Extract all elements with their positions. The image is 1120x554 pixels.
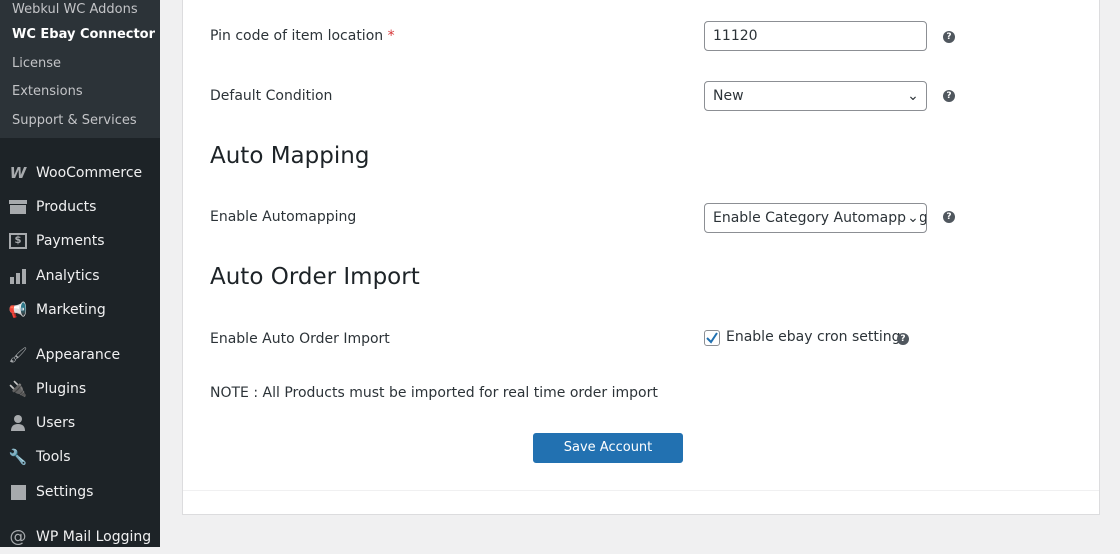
menu-tools[interactable]: 🔧 Tools: [0, 440, 160, 474]
menu-appearance[interactable]: 🖌 Appearance: [0, 338, 160, 372]
submenu: Webkul WC Addons WC Ebay Connector Licen…: [0, 0, 160, 138]
paintbrush-icon: 🖌: [8, 346, 28, 364]
user-icon: [0, 415, 36, 431]
menu-payments[interactable]: $ Payments: [0, 224, 160, 258]
menu-marketing[interactable]: 📢 Marketing: [0, 293, 160, 327]
products-icon: [0, 200, 36, 214]
chevron-down-icon: ⌄: [906, 82, 920, 110]
pin-code-label: Pin code of item location *: [210, 28, 395, 44]
help-icon[interactable]: ?: [943, 211, 955, 223]
analytics-icon: [0, 268, 36, 284]
automapping-select[interactable]: Enable Category Automapping ⌄: [704, 203, 927, 233]
enable-auto-order-import-label: Enable Auto Order Import: [210, 331, 390, 347]
settings-card: Pin code of item location * 11120 ? Defa…: [182, 0, 1100, 515]
save-account-button[interactable]: Save Account: [533, 433, 683, 463]
help-icon[interactable]: ?: [943, 31, 955, 43]
ebay-cron-label[interactable]: Enable ebay cron setting: [726, 329, 901, 345]
menu-analytics[interactable]: Analytics: [0, 259, 160, 293]
default-condition-label: Default Condition: [210, 88, 333, 104]
menu-users[interactable]: Users: [0, 406, 160, 440]
chevron-down-icon: ⌄: [906, 204, 920, 232]
pin-code-input[interactable]: 11120: [704, 21, 927, 51]
menu-products[interactable]: Products: [0, 190, 160, 224]
help-icon[interactable]: ?: [943, 90, 955, 102]
settings-icon: [0, 484, 36, 500]
menu-settings[interactable]: Settings: [0, 475, 160, 509]
menu-woocommerce[interactable]: W WooCommerce: [0, 156, 160, 190]
at-icon: @: [9, 527, 27, 547]
plug-icon: 🔌: [8, 380, 28, 398]
admin-sidebar: Webkul WC Addons WC Ebay Connector Licen…: [0, 0, 160, 547]
submenu-support-services[interactable]: Support & Services: [0, 110, 160, 139]
submenu-webkul-addons[interactable]: Webkul WC Addons: [0, 0, 160, 24]
default-condition-select[interactable]: New ⌄: [704, 81, 927, 111]
card-footer-divider: [183, 490, 1099, 491]
note-text: NOTE : All Products must be imported for…: [210, 385, 658, 401]
woocommerce-icon: W: [9, 164, 27, 182]
submenu-wc-ebay-connector[interactable]: WC Ebay Connector: [0, 24, 160, 53]
ebay-cron-checkbox[interactable]: [704, 330, 720, 346]
menu-plugins[interactable]: 🔌 Plugins: [0, 372, 160, 406]
auto-order-import-heading: Auto Order Import: [210, 264, 420, 290]
submenu-extensions[interactable]: Extensions: [0, 81, 160, 110]
submenu-license[interactable]: License: [0, 53, 160, 82]
menu-wp-mail-logging[interactable]: @ WP Mail Logging: [0, 520, 160, 554]
wrench-icon: 🔧: [8, 448, 28, 466]
payments-icon: $: [0, 233, 36, 249]
enable-automapping-label: Enable Automapping: [210, 209, 357, 225]
auto-mapping-heading: Auto Mapping: [210, 143, 370, 169]
megaphone-icon: 📢: [8, 301, 28, 319]
help-icon[interactable]: ?: [897, 333, 909, 345]
